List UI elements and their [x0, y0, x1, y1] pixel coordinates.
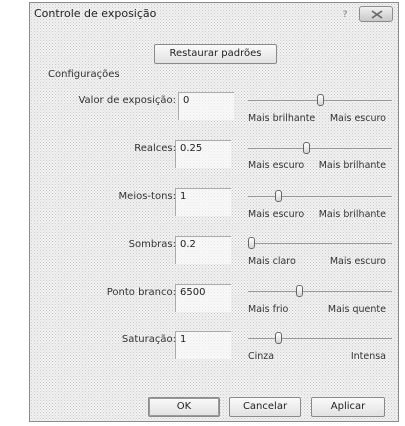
exposure-control-dialog: Controle de exposição ? Restaurar padrõe… — [29, 2, 399, 422]
shadows-value-field[interactable]: 0.2 — [175, 236, 231, 264]
saturation-left-hint: Cinza — [248, 351, 275, 362]
exposure-left-hint: Mais brilhante — [248, 113, 316, 124]
saturation-slider-thumb[interactable] — [275, 332, 283, 344]
close-button[interactable] — [359, 6, 393, 22]
saturation-value-field[interactable]: 1 — [175, 331, 231, 359]
midtones-slider-thumb[interactable] — [275, 190, 283, 202]
shadows-label: Sombras: — [128, 239, 176, 250]
exposure-slider-thumb[interactable] — [316, 94, 324, 106]
white-point-value-field[interactable]: 6500 — [175, 284, 231, 312]
highlights-slider-track[interactable] — [248, 148, 392, 149]
midtones-label: Meios-tons: — [118, 191, 176, 202]
cancel-button[interactable]: Cancelar — [229, 397, 301, 417]
white-point-right-hint: Mais quente — [327, 304, 386, 315]
window-title: Controle de exposição — [34, 7, 157, 20]
highlights-right-hint: Mais brilhante — [318, 160, 386, 171]
shadows-slider-thumb[interactable] — [248, 237, 255, 249]
white-point-slider-track[interactable] — [248, 291, 392, 292]
shadows-right-hint: Mais escuro — [329, 256, 386, 267]
shadows-slider-track[interactable] — [248, 243, 392, 244]
highlights-left-hint: Mais escuro — [248, 160, 305, 171]
shadows-left-hint: Mais claro — [248, 256, 296, 267]
restore-defaults-button[interactable]: Restaurar padrões — [154, 44, 277, 64]
midtones-left-hint: Mais escuro — [248, 209, 305, 220]
white-point-label: Ponto branco: — [106, 287, 176, 298]
ok-button[interactable]: OK — [148, 397, 220, 417]
close-icon — [371, 10, 383, 19]
exposure-label: Valor de exposição: — [78, 95, 176, 106]
white-point-left-hint: Mais frio — [248, 304, 289, 315]
exposure-right-hint: Mais escuro — [329, 113, 386, 124]
saturation-slider-track[interactable] — [248, 338, 392, 339]
settings-group-label: Configurações — [48, 69, 120, 80]
highlights-slider-thumb[interactable] — [302, 142, 310, 154]
apply-button[interactable]: Aplicar — [311, 397, 385, 417]
highlights-label: Realces: — [134, 143, 176, 154]
white-point-slider-thumb[interactable] — [295, 285, 303, 297]
saturation-right-hint: Intensa — [350, 351, 386, 362]
midtones-value-field[interactable]: 1 — [175, 188, 231, 216]
midtones-slider-track[interactable] — [248, 196, 392, 197]
highlights-value-field[interactable]: 0.25 — [175, 140, 231, 168]
exposure-value-field[interactable]: 0 — [178, 92, 234, 120]
saturation-label: Saturação: — [121, 334, 176, 345]
help-button[interactable]: ? — [338, 9, 352, 21]
title-bar: Controle de exposição ? — [30, 3, 398, 27]
midtones-right-hint: Mais brilhante — [318, 209, 386, 220]
